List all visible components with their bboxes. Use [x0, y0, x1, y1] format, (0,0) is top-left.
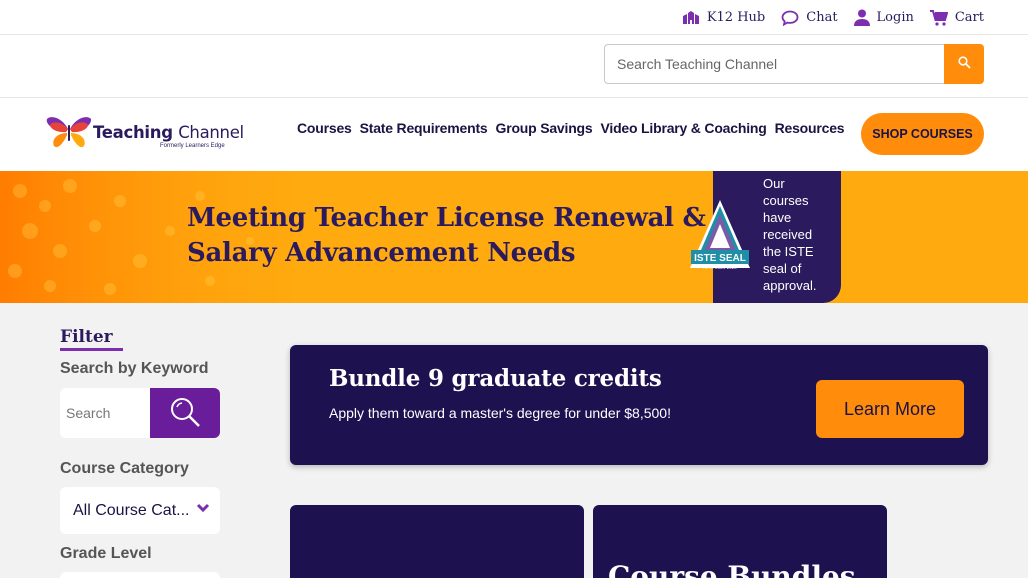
nav-state-requirements[interactable]: State Requirements: [360, 120, 488, 136]
user-icon: [853, 9, 870, 26]
nav-group-savings[interactable]: Group Savings: [496, 120, 593, 136]
filter-underline: [60, 348, 123, 351]
course-bundles-card[interactable]: Course Bundles: [593, 505, 887, 578]
course-card-title: Course Bundles: [608, 560, 856, 578]
search-icon: [169, 396, 201, 431]
utility-bar: K12 Hub Chat Login Cart: [0, 0, 1028, 35]
keyword-label: Search by Keyword: [60, 360, 209, 377]
main-nav: Teaching Channel Formerly Learners Edge …: [0, 98, 1028, 171]
cart-link[interactable]: Cart: [929, 9, 984, 26]
iste-approval-text: Our courses have received the ISTE seal …: [763, 176, 817, 293]
course-card[interactable]: [290, 505, 584, 578]
cart-icon: [929, 9, 948, 26]
filter-heading: Filter: [60, 327, 113, 347]
k12-hub-link[interactable]: K12 Hub: [682, 10, 765, 25]
course-listing-area: Filter Search by Keyword Course Category…: [0, 303, 1028, 578]
shop-courses-button[interactable]: SHOP COURSES: [861, 113, 984, 155]
utility-links: K12 Hub Chat Login Cart: [682, 0, 984, 35]
cart-label: Cart: [954, 10, 984, 25]
iste-badge-dates: APR. 2024-2026: [703, 265, 737, 270]
chat-link[interactable]: Chat: [781, 10, 838, 26]
nav-resources[interactable]: Resources: [775, 120, 845, 136]
login-link[interactable]: Login: [853, 9, 914, 26]
iste-seal-badge: ISTE SEAL APR. 2024-2026: [688, 198, 752, 276]
logo-wordmark: Teaching Channel: [93, 123, 244, 142]
search-row: [0, 35, 1028, 98]
nav-courses[interactable]: Courses: [297, 120, 352, 136]
keyword-search-input[interactable]: [60, 388, 151, 438]
site-search-button[interactable]: [944, 44, 984, 84]
bundle-promo-banner: Bundle 9 graduate credits Apply them tow…: [290, 345, 988, 465]
k12-hub-label: K12 Hub: [706, 10, 766, 25]
keyword-search-button[interactable]: [150, 388, 220, 438]
chevron-down-icon: [196, 501, 210, 519]
course-category-label: Course Category: [60, 460, 189, 477]
hero-title: Meeting Teacher License Renewal & Salary…: [187, 203, 706, 268]
grade-level-select[interactable]: [60, 572, 220, 578]
promo-title: Bundle 9 graduate credits: [329, 365, 662, 392]
logo-tagline: Formerly Learners Edge: [160, 143, 225, 149]
course-category-value: All Course Cat...: [73, 502, 190, 519]
iste-badge-label: ISTE SEAL: [694, 253, 746, 264]
chat-label: Chat: [806, 10, 838, 25]
hero-banner: Meeting Teacher License Renewal & Salary…: [0, 171, 1028, 303]
primary-nav-links: Courses State Requirements Group Savings…: [297, 120, 845, 136]
site-search-input[interactable]: [604, 44, 945, 84]
nav-video-library-coaching[interactable]: Video Library & Coaching: [601, 120, 767, 136]
promo-subtitle: Apply them toward a master's degree for …: [329, 405, 671, 421]
learn-more-button[interactable]: Learn More: [816, 380, 964, 438]
login-label: Login: [876, 10, 914, 25]
school-icon: [682, 10, 700, 25]
course-category-select[interactable]: All Course Cat...: [60, 487, 220, 534]
grade-level-label: Grade Level: [60, 545, 152, 562]
search-icon: [957, 56, 971, 72]
teaching-channel-logo[interactable]: Teaching Channel Formerly Learners Edge: [46, 115, 246, 153]
chat-bubble-icon: [781, 10, 799, 26]
